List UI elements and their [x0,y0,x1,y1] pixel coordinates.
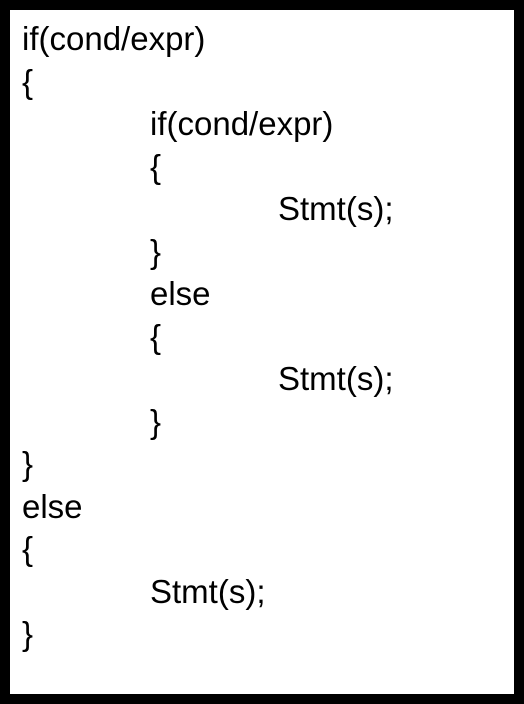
code-line: } [22,613,502,656]
code-line: { [22,146,502,189]
code-line: { [22,316,502,359]
code-box: if(cond/expr) { if(cond/expr) { Stmt(s);… [0,0,524,704]
code-line: } [22,443,502,486]
code-line: { [22,61,502,104]
code-line: } [22,231,502,274]
code-line: else [22,273,502,316]
code-line: Stmt(s); [22,571,502,614]
code-line: if(cond/expr) [22,103,502,146]
code-line: else [22,486,502,529]
code-line: if(cond/expr) [22,18,502,61]
code-line: Stmt(s); [22,358,502,401]
code-line: } [22,401,502,444]
code-line: Stmt(s); [22,188,502,231]
code-line: { [22,528,502,571]
